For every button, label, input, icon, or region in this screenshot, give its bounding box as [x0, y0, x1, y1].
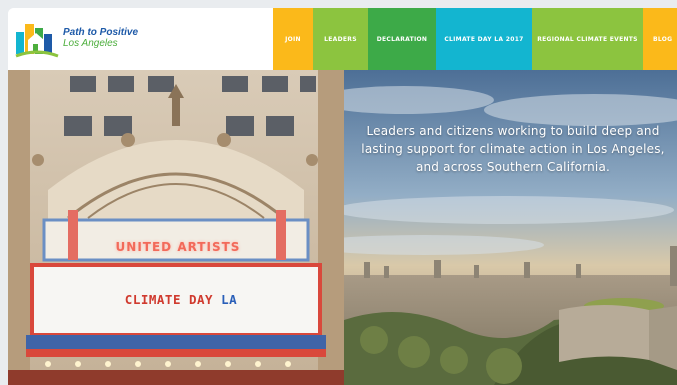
nav-declaration[interactable]: DECLARATION: [368, 8, 436, 70]
climate-day-la-marquee: CLIMATE DAY LA: [86, 292, 276, 307]
page-frame: Path to Positive Los Angeles JOIN LEADER…: [8, 8, 677, 385]
nav-join[interactable]: JOIN: [273, 8, 313, 70]
logo-name-line1: Path to Positive: [63, 27, 139, 38]
la-skyline-illustration: [344, 70, 677, 385]
site-header: Path to Positive Los Angeles JOIN LEADER…: [8, 8, 677, 70]
nav-declaration-label: DECLARATION: [376, 35, 428, 43]
la-skyline-photo: Leaders and citizens working to build de…: [344, 70, 677, 385]
nav-join-label: JOIN: [285, 35, 301, 43]
nav-leaders[interactable]: LEADERS: [313, 8, 368, 70]
nav-blog-label: BLOG: [653, 35, 673, 43]
nav-blog[interactable]: BLOG: [643, 8, 677, 70]
main-nav: JOIN LEADERS DECLARATION CLIMATE DAY LA …: [273, 8, 677, 70]
theater-marquee-photo: UNITED ARTISTS CLIMATE DAY LA: [8, 70, 344, 385]
nav-climate-day-label: CLIMATE DAY LA 2017: [444, 35, 524, 43]
nav-regional-events-label: REGIONAL CLIMATE EVENTS: [537, 35, 638, 43]
marquee-word-climate-day: CLIMATE DAY: [124, 292, 214, 307]
nav-regional-climate-events[interactable]: REGIONAL CLIMATE EVENTS: [532, 8, 643, 70]
logo-skyline-icon: [15, 24, 59, 58]
marquee-word-la: LA: [221, 292, 238, 307]
nav-climate-day-la-2017[interactable]: CLIMATE DAY LA 2017: [436, 8, 532, 70]
site-logo[interactable]: Path to Positive Los Angeles: [14, 18, 154, 62]
hero-banner: UNITED ARTISTS CLIMATE DAY LA Leaders an…: [8, 70, 677, 385]
nav-leaders-label: LEADERS: [324, 35, 357, 43]
hero-tagline: Leaders and citizens working to build de…: [361, 124, 665, 174]
united-artists-sign: UNITED ARTISTS: [115, 240, 241, 254]
logo-name-line2: Los Angeles: [63, 38, 118, 49]
theater-facade-illustration: [8, 70, 344, 385]
